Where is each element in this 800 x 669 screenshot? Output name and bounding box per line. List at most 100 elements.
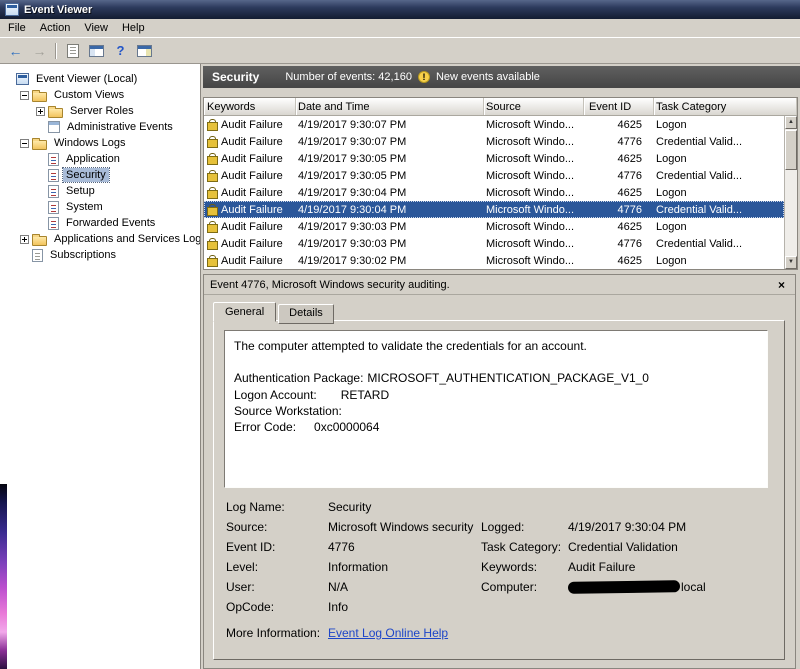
event-row[interactable]: Audit Failure 4/19/2017 9:30:02 PM Microso…: [204, 252, 784, 269]
tree-item-subscriptions[interactable]: Subscriptions: [0, 247, 200, 263]
event-row[interactable]: Audit Failure 4/19/2017 9:30:04 PM Microso…: [204, 201, 784, 218]
column-header-task-category[interactable]: Task Category: [654, 98, 797, 115]
audit-failure-lock-icon: [207, 169, 218, 182]
property-label: OpCode:: [226, 600, 275, 614]
vertical-scrollbar[interactable]: ▲ ▼: [784, 116, 797, 269]
tree-item-event-viewer-local[interactable]: Event Viewer (Local): [0, 71, 200, 87]
expand-icon[interactable]: [36, 106, 45, 116]
property-value: Info: [328, 600, 349, 614]
tree-item-security[interactable]: Security: [0, 167, 200, 183]
results-panel: Security Number of events: 42,160 ! New …: [201, 64, 800, 669]
audit-failure-lock-icon: [207, 237, 218, 250]
tree-item-application[interactable]: Application: [0, 151, 200, 167]
property-row: More Information: Event Log Online Help: [224, 626, 774, 646]
event-row[interactable]: Audit Failure 4/19/2017 9:30:05 PM Microso…: [204, 167, 784, 184]
property-row: Event ID: 4776 Task Category: Credential Va…: [224, 540, 774, 560]
keywords-text: Audit Failure: [221, 254, 283, 267]
tab-details[interactable]: Details: [278, 304, 334, 324]
property-value: Information: [328, 560, 389, 574]
event-description-box[interactable]: The computer attempted to validate the c…: [224, 330, 768, 488]
view-icon: [48, 121, 60, 133]
column-header-source[interactable]: Source: [484, 98, 584, 115]
back-button[interactable]: ←: [4, 40, 27, 61]
column-header-event-id[interactable]: Event ID: [584, 98, 654, 115]
scrollbar-thumb[interactable]: [785, 130, 797, 170]
event-row[interactable]: Audit Failure 4/19/2017 9:30:03 PM Microso…: [204, 218, 784, 235]
event-count-text: Number of events: 42,160: [285, 71, 412, 83]
expand-icon[interactable]: [20, 234, 29, 244]
tree-item-applications-and-services-logs[interactable]: Applications and Services Logs: [0, 231, 200, 247]
event-log-online-help-link[interactable]: Event Log Online Help: [328, 626, 448, 640]
column-header-date-and-time[interactable]: Date and Time: [296, 98, 484, 115]
app-icon[interactable]: [5, 3, 19, 16]
event-row[interactable]: Audit Failure 4/19/2017 9:30:07 PM Microso…: [204, 133, 784, 150]
source-cell: Microsoft Windo...: [486, 203, 575, 216]
tree-item-custom-views[interactable]: Custom Views: [0, 87, 200, 103]
preview-pane-title: Event 4776, Microsoft Windows security a…: [210, 278, 450, 291]
keywords-cell: Audit Failure: [204, 152, 296, 165]
export-list-button[interactable]: [61, 40, 84, 61]
event-row[interactable]: Audit Failure 4/19/2017 9:30:03 PM Microso…: [204, 235, 784, 252]
source-cell: Microsoft Windo...: [486, 118, 575, 131]
event-id-cell: 4625: [617, 152, 642, 165]
window-title: Event Viewer: [24, 3, 93, 16]
collapse-icon[interactable]: [20, 90, 29, 100]
keywords-text: Audit Failure: [221, 118, 283, 131]
date-time-cell: 4/19/2017 9:30:05 PM: [298, 152, 407, 165]
toolbar-separator: [55, 42, 57, 59]
menubar: File Action View Help: [0, 19, 800, 38]
tree-item-label: Event Viewer (Local): [36, 73, 138, 85]
property-value: Microsoft Windows security: [328, 520, 474, 534]
close-preview-button[interactable]: ×: [774, 278, 789, 292]
task-category-cell: Logon: [656, 118, 687, 131]
tree-item-setup[interactable]: Setup: [0, 183, 200, 199]
folder-icon: [48, 105, 63, 118]
menu-help[interactable]: Help: [115, 20, 152, 36]
property-label: More Information:: [226, 626, 321, 640]
tree-item-windows-logs[interactable]: Windows Logs: [0, 135, 200, 151]
folder-icon: [32, 233, 47, 246]
date-time-cell: 4/19/2017 9:30:04 PM: [298, 186, 407, 199]
menu-file[interactable]: File: [1, 20, 33, 36]
event-row[interactable]: Audit Failure 4/19/2017 9:30:04 PM Microso…: [204, 184, 784, 201]
tree-item-label: Windows Logs: [54, 137, 126, 149]
event-id-cell: 4776: [617, 135, 642, 148]
tabs: General Details: [204, 295, 795, 324]
keywords-text: Audit Failure: [221, 186, 283, 199]
property-value: local: [567, 580, 706, 594]
date-time-cell: 4/19/2017 9:30:05 PM: [298, 169, 407, 182]
property-value: 4/19/2017 9:30:04 PM: [568, 520, 687, 534]
property-label: Computer:: [481, 580, 538, 594]
scroll-down-button[interactable]: ▼: [785, 256, 797, 269]
event-row[interactable]: Audit Failure 4/19/2017 9:30:07 PM Microso…: [204, 116, 784, 133]
console-tree-toggle-button[interactable]: [85, 40, 108, 61]
property-label: Event ID:: [226, 540, 276, 554]
menu-view[interactable]: View: [77, 20, 115, 36]
task-category-cell: Credential Valid...: [656, 169, 743, 182]
title-bar[interactable]: Event Viewer: [0, 0, 800, 19]
new-events-text: New events available: [435, 71, 540, 83]
tree-item-server-roles[interactable]: Server Roles: [0, 103, 200, 119]
log-icon: [48, 216, 59, 230]
help-button[interactable]: ?: [109, 40, 132, 61]
event-row[interactable]: Audit Failure 4/19/2017 9:30:05 PM Microso…: [204, 150, 784, 167]
keywords-text: Audit Failure: [221, 237, 283, 250]
document-icon: [66, 43, 79, 58]
tree-item-system[interactable]: System: [0, 199, 200, 215]
column-header-keywords[interactable]: Keywords: [204, 98, 296, 115]
collapse-icon[interactable]: [20, 138, 29, 148]
scroll-up-button[interactable]: ▲: [785, 116, 797, 129]
tree-item-label: Applications and Services Logs: [54, 233, 201, 245]
event-description: The computer attempted to validate the c…: [234, 339, 649, 434]
tree-item-administrative-events[interactable]: Administrative Events: [0, 119, 200, 135]
menu-action[interactable]: Action: [33, 20, 78, 36]
keywords-cell: Audit Failure: [204, 203, 296, 216]
tree-item-forwarded-events[interactable]: Forwarded Events: [0, 215, 200, 231]
action-pane-toggle-button[interactable]: [133, 40, 156, 61]
new-events-alert-icon: !: [417, 71, 430, 83]
tab-general[interactable]: General: [213, 302, 277, 322]
source-cell: Microsoft Windo...: [486, 135, 575, 148]
